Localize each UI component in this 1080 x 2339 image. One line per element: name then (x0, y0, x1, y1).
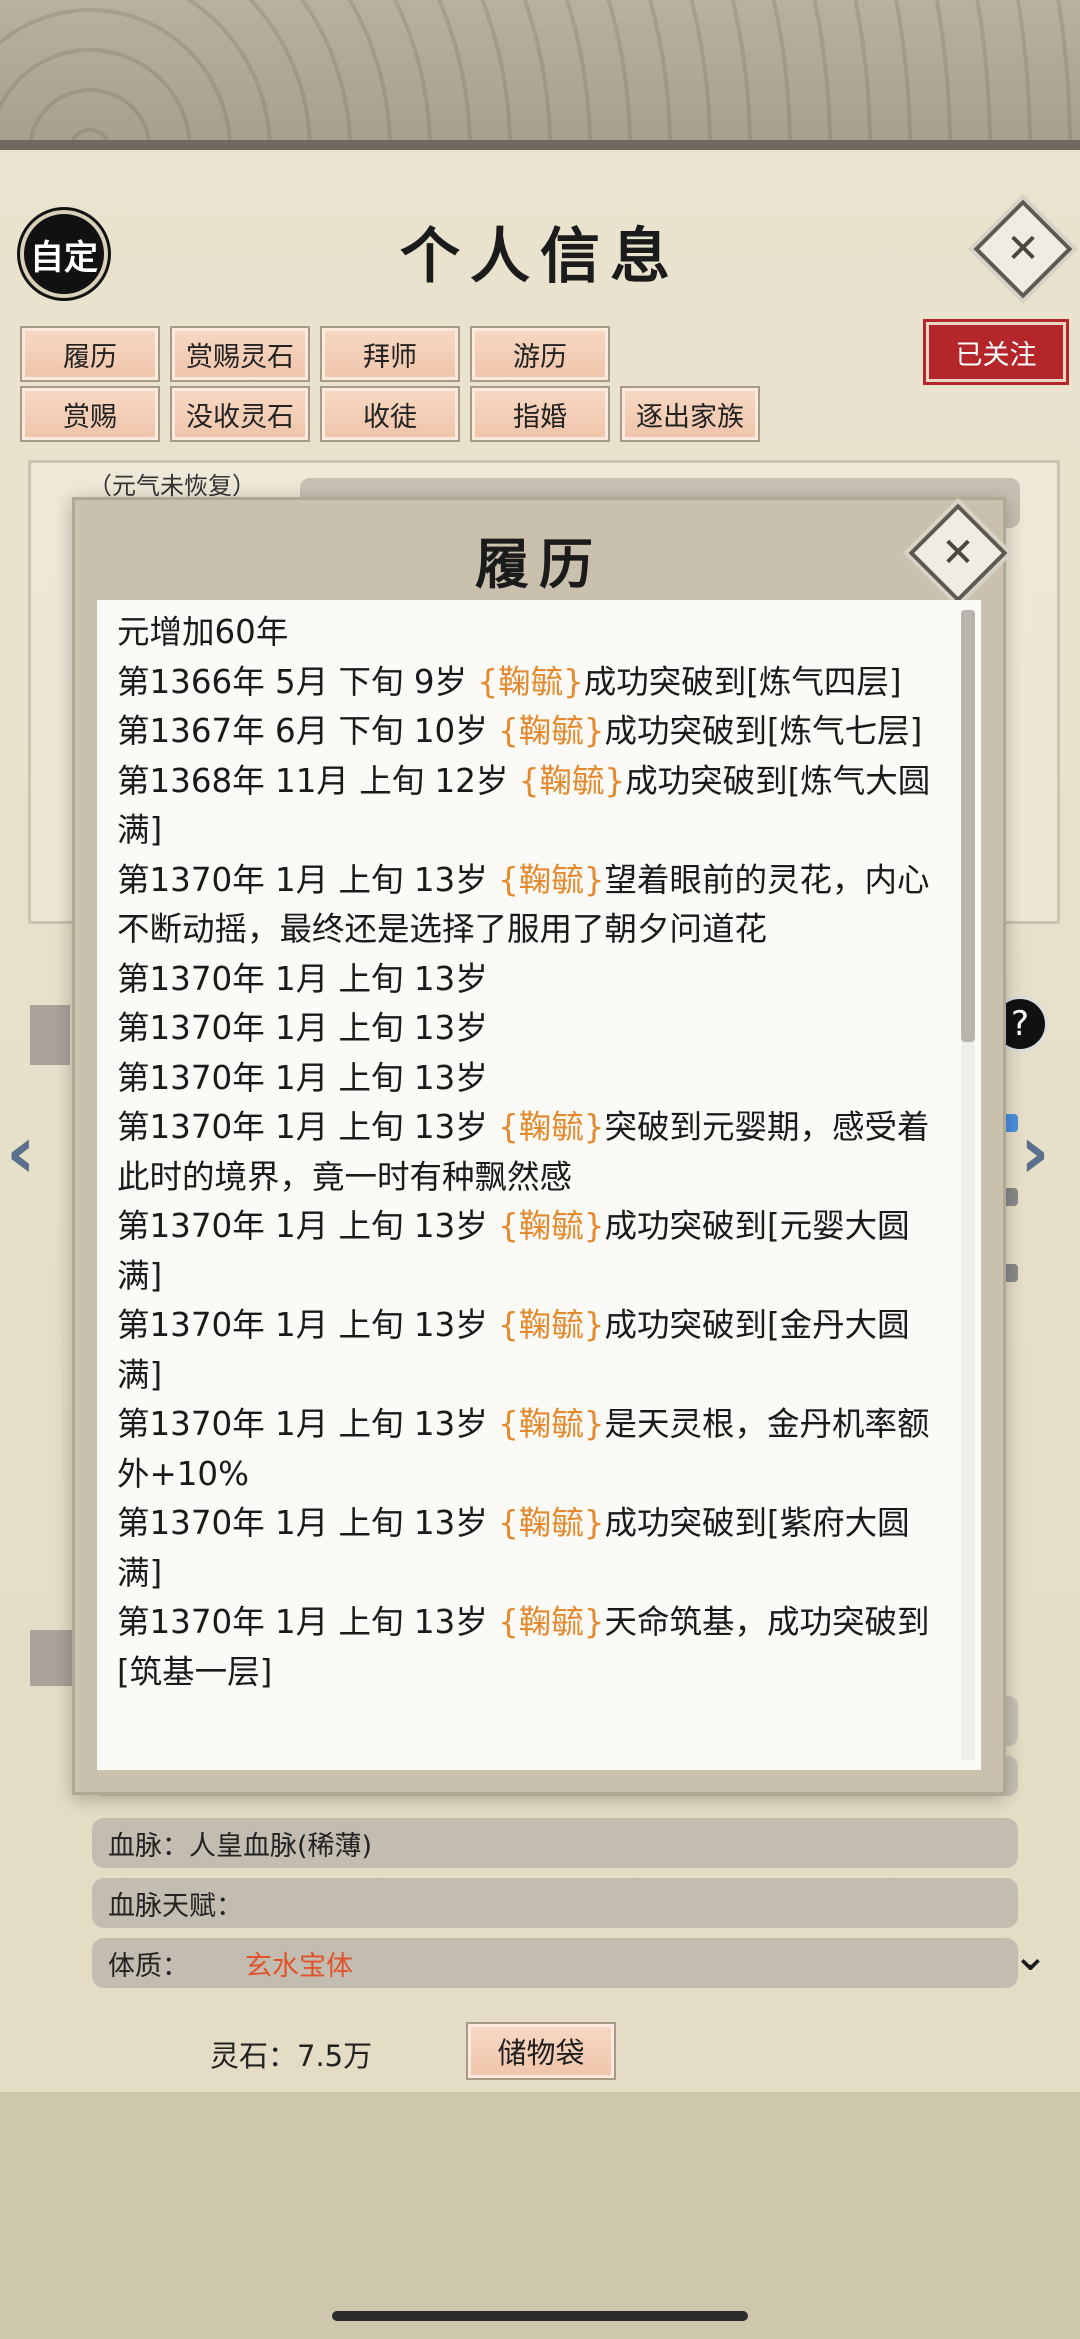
follow-button[interactable]: 已关注 (926, 322, 1066, 382)
section-tab[interactable] (30, 1005, 70, 1065)
log-entry: 第1367年 6月 下旬 10岁 {鞠毓}成功突破到[炼气七层] (117, 707, 947, 757)
top-decorative-band (0, 0, 1080, 150)
resume-modal: 履历 ✕ 元增加60年 第1366年 5月 下旬 9岁 {鞠毓}成功突破到[炼气四… (72, 497, 1008, 1795)
log-entry-date: 第1367年 6月 下旬 10岁 (117, 712, 499, 750)
physique-value: 玄水宝体 (245, 1950, 353, 1982)
log-entry: 第1368年 11月 上旬 12岁 {鞠毓}成功突破到[炼气大圆满] (117, 757, 947, 856)
log-entry: 第1370年 1月 上旬 13岁 {鞠毓}成功突破到[紫府大圆满] (117, 1499, 947, 1598)
log-entry-event: 成功突破到[炼气四层] (583, 662, 902, 701)
character-name: {鞠毓} (498, 1207, 605, 1245)
log-entry-date: 第1370年 1月 上旬 13岁 (117, 1207, 499, 1245)
character-name: {鞠毓} (498, 712, 605, 750)
log-entry: 第1370年 1月 上旬 13岁 {鞠毓}望着眼前的灵花，内心不断动摇，最终还是… (117, 856, 947, 955)
page-title: 个人信息 (400, 222, 680, 292)
log-entry: 第1370年 1月 上旬 13岁 {鞠毓}成功突破到[金丹大圆满] (117, 1301, 947, 1400)
log-entry-date: 第1370年 1月 上旬 13岁 (117, 1108, 499, 1146)
take-disciple-button[interactable]: 收徒 (320, 386, 460, 442)
character-name: {鞠毓} (498, 1405, 605, 1443)
log-entry-date: 第1370年 1月 上旬 13岁 (117, 860, 499, 899)
log-entry-date: 第1370年 1月 上旬 13岁 (117, 1405, 499, 1443)
travel-button[interactable]: 游历 (470, 326, 610, 382)
close-icon: ✕ (1006, 226, 1040, 272)
log-entry: 第1370年 1月 上旬 13岁 (117, 959, 488, 998)
log-entry: 第1370年 1月 上旬 13岁 {鞠毓}天命筑基，成功突破到[筑基一层] (117, 1598, 947, 1697)
resume-button[interactable]: 履历 (20, 326, 160, 382)
storage-bag-button[interactable]: 储物袋 (466, 2022, 616, 2080)
expel-button[interactable]: 逐出家族 (620, 386, 760, 442)
prev-arrow-icon[interactable]: ‹ (6, 1110, 36, 1194)
log-entry-event: 成功突破到[炼气七层] (604, 712, 923, 750)
log-entry: 第1370年 1月 上旬 13岁 {鞠毓}突破到元婴期，感受着此时的境界，竟一时… (117, 1103, 947, 1202)
log-entry: 第1370年 1月 上旬 13岁 {鞠毓}是天灵根，金丹机率额外+10% (117, 1400, 947, 1499)
log-entry: 第1370年 1月 上旬 13岁 (117, 1058, 488, 1097)
log-entry: 第1370年 1月 上旬 13岁 (117, 1009, 488, 1047)
bloodline-row: 血脉：人皇血脉(稀薄) (92, 1818, 1018, 1868)
confiscate-stones-button[interactable]: 没收灵石 (170, 386, 310, 442)
log-entry-date: 第1370年 1月 上旬 13岁 (117, 1306, 499, 1344)
log-entry-date: 第1370年 1月 上旬 13岁 (117, 1504, 499, 1542)
character-name: {鞠毓} (498, 1306, 605, 1344)
physique-row: 体质： 玄水宝体 (92, 1938, 1018, 1988)
status-label: （元气未恢复） (88, 472, 256, 500)
log-entry: 第1366年 5月 下旬 9岁 {鞠毓}成功突破到[炼气四层] (117, 658, 947, 708)
bloodline-text: 血脉：人皇血脉(稀薄) (108, 1830, 373, 1862)
character-name: {鞠毓} (477, 662, 584, 701)
custom-button[interactable]: 自定 (20, 210, 108, 298)
log-entry-date: 第1368年 11月 上旬 12岁 (117, 761, 519, 800)
character-name: {鞠毓} (498, 1504, 605, 1542)
log-entry: 元增加60年 (117, 613, 289, 651)
home-indicator[interactable] (332, 2311, 748, 2321)
chevron-down-icon[interactable]: ⌄ (1012, 1930, 1049, 1981)
modal-title: 履历 (475, 532, 603, 596)
physique-label: 体质： (108, 1950, 189, 1982)
apprentice-button[interactable]: 拜师 (320, 326, 460, 382)
character-name: {鞠毓} (498, 860, 605, 899)
bloodline-talent-row: 血脉天赋： (92, 1878, 1018, 1928)
log-entry: 第1370年 1月 上旬 13岁 {鞠毓}成功突破到[元婴大圆满] (117, 1202, 947, 1301)
log-entry-date: 第1370年 1月 上旬 13岁 (117, 1603, 499, 1641)
reward-stones-button[interactable]: 赏赐灵石 (170, 326, 310, 382)
scrollbar-thumb[interactable] (961, 610, 975, 1042)
character-name: {鞠毓} (498, 1603, 605, 1641)
log-entry-date: 第1366年 5月 下旬 9岁 (117, 662, 478, 701)
spirit-stones-count: 灵石：7.5万 (210, 2039, 373, 2073)
character-name: {鞠毓} (498, 1108, 605, 1146)
character-name: {鞠毓} (518, 761, 626, 800)
log-text: 元增加60年 第1366年 5月 下旬 9岁 {鞠毓}成功突破到[炼气四层] 第13… (117, 608, 947, 1697)
next-arrow-icon[interactable]: › (1020, 1110, 1050, 1194)
bloodline-talent-text: 血脉天赋： (108, 1890, 243, 1922)
arrange-marriage-button[interactable]: 指婚 (470, 386, 610, 442)
close-icon: ✕ (941, 530, 975, 576)
reward-button[interactable]: 赏赐 (20, 386, 160, 442)
resume-log[interactable]: 元增加60年 第1366年 5月 下旬 9岁 {鞠毓}成功突破到[炼气四层] 第13… (97, 600, 981, 1770)
bottom-area (0, 2092, 1080, 2339)
